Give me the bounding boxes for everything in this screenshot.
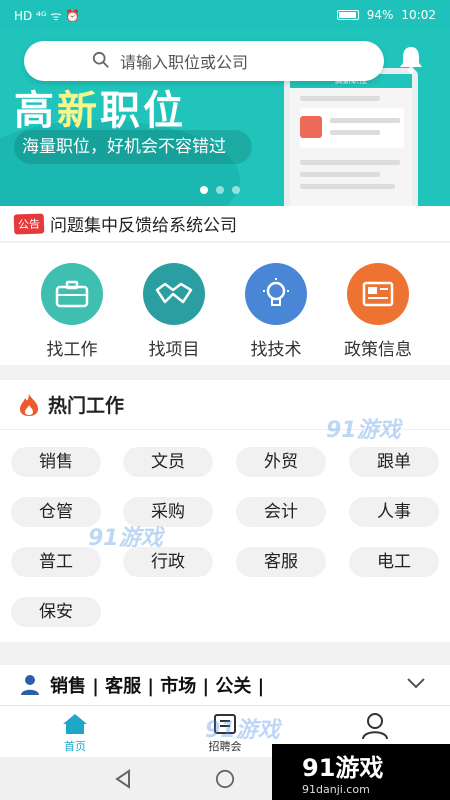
job-tag[interactable]: 客服 bbox=[236, 547, 326, 577]
handshake-icon bbox=[143, 263, 205, 325]
search-placeholder: 请输入职位或公司 bbox=[120, 53, 249, 72]
quick-find-project[interactable]: 找项目 bbox=[124, 263, 224, 360]
home-nav-icon[interactable] bbox=[214, 769, 236, 789]
job-tag[interactable]: 电工 bbox=[349, 547, 439, 577]
job-tag[interactable]: 销售 bbox=[11, 447, 101, 477]
watermark-logo: 91游戏 bbox=[326, 418, 401, 443]
carousel-dots bbox=[200, 186, 240, 194]
job-tag[interactable]: 保安 bbox=[11, 597, 101, 627]
banner-title-highlight: 新 bbox=[57, 88, 100, 134]
job-tag[interactable]: 文员 bbox=[123, 447, 213, 477]
quick-label: 政策信息 bbox=[344, 340, 412, 360]
quick-label: 找技术 bbox=[250, 340, 302, 360]
quick-find-tech[interactable]: 找技术 bbox=[226, 263, 326, 360]
banner-title: 高新职位 bbox=[14, 78, 186, 136]
carousel-dot[interactable] bbox=[232, 186, 240, 194]
phone-illustration: 高薪职位 bbox=[284, 68, 418, 206]
job-tag[interactable]: 跟单 bbox=[349, 447, 439, 477]
hot-jobs-title: 热门工作 bbox=[48, 395, 125, 417]
battery-percent: 94% bbox=[366, 8, 394, 22]
briefcase-icon bbox=[41, 263, 103, 325]
newspaper-icon bbox=[347, 263, 409, 325]
category-bar[interactable]: 销售 | 客服 | 市场 | 公关 | bbox=[0, 665, 450, 705]
announcement-text: 问题集中反馈给系统公司 bbox=[50, 216, 237, 236]
banner-title-part1: 高 bbox=[14, 88, 57, 134]
person-icon bbox=[21, 675, 39, 695]
watermark-logo: 91游戏 bbox=[205, 718, 280, 743]
watermark-logo: 91游戏 bbox=[88, 526, 163, 551]
tab-label: 首页 bbox=[64, 740, 86, 753]
carousel-dot[interactable] bbox=[200, 186, 208, 194]
quick-policy-info[interactable]: 政策信息 bbox=[328, 263, 428, 360]
job-tag[interactable]: 外贸 bbox=[236, 447, 326, 477]
flame-icon bbox=[20, 393, 38, 416]
home-icon bbox=[63, 714, 87, 734]
status-time: 10:02 bbox=[401, 8, 436, 22]
announcement-bar[interactable]: 公告 问题集中反馈给系统公司 bbox=[0, 206, 450, 242]
status-signal: HD ⁴ᴳ ᯤ ⏰ bbox=[14, 8, 81, 23]
watermark-site: 91danji.com bbox=[302, 783, 370, 796]
user-icon bbox=[362, 713, 388, 740]
banner-subtitle: 海量职位，好机会不容错过 bbox=[14, 130, 252, 164]
category-text: 销售 | 客服 | 市场 | 公关 | bbox=[50, 676, 265, 697]
chevron-down-icon[interactable] bbox=[406, 677, 426, 689]
tab-home[interactable]: 首页 bbox=[30, 712, 120, 754]
watermark-brand: 91游戏 bbox=[302, 754, 384, 782]
banner-title-part2: 职位 bbox=[100, 88, 186, 134]
quick-label: 找工作 bbox=[46, 340, 98, 360]
quick-find-job[interactable]: 找工作 bbox=[22, 263, 122, 360]
promo-banner[interactable]: 请输入职位或公司 高新职位 海量职位，好机会不容错过 高薪职位 bbox=[0, 30, 450, 206]
status-bar: HD ⁴ᴳ ᯤ ⏰ 94% 10:02 bbox=[0, 0, 450, 30]
announcement-tag: 公告 bbox=[13, 212, 45, 235]
search-icon bbox=[92, 51, 109, 68]
job-tag[interactable]: 人事 bbox=[349, 497, 439, 527]
search-box[interactable]: 请输入职位或公司 bbox=[24, 41, 384, 81]
watermark-corner: 91游戏 91danji.com bbox=[272, 744, 450, 800]
lightbulb-icon bbox=[245, 263, 307, 325]
battery-icon bbox=[336, 10, 359, 20]
quick-menu: 找工作 找项目 找技术 政策信息 bbox=[0, 243, 450, 365]
quick-label: 找项目 bbox=[148, 340, 200, 360]
carousel-dot[interactable] bbox=[216, 186, 224, 194]
back-icon[interactable] bbox=[114, 769, 132, 789]
job-tag[interactable]: 会计 bbox=[236, 497, 326, 527]
bell-icon[interactable] bbox=[398, 45, 424, 73]
